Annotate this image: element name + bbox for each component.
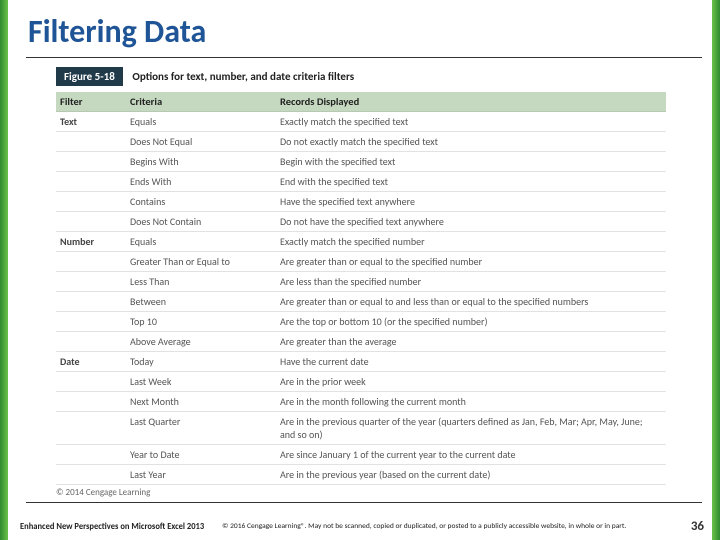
cell-desc: Are greater than or equal to and less th… (276, 292, 666, 312)
cell-filter (56, 445, 126, 465)
cell-filter (56, 172, 126, 192)
cell-desc: Have the specified text anywhere (276, 192, 666, 212)
table-row: Does Not EqualDo not exactly match the s… (56, 132, 666, 152)
col-filter: Filter (56, 92, 126, 112)
cell-criteria: Ends With (126, 172, 276, 192)
page-number: 36 (691, 519, 704, 534)
table-copyright: © 2014 Cengage Learning (56, 487, 720, 498)
table-row: Last QuarterAre in the previous quarter … (56, 412, 666, 445)
cell-criteria: Does Not Equal (126, 132, 276, 152)
cell-criteria: Year to Date (126, 445, 276, 465)
bottom-divider (26, 502, 702, 503)
cell-desc: Do not exactly match the specified text (276, 132, 666, 152)
table-row: Above AverageAre greater than the averag… (56, 332, 666, 352)
cell-filter: Text (56, 112, 126, 132)
cell-criteria: Top 10 (126, 312, 276, 332)
cell-criteria: Last Week (126, 372, 276, 392)
table-row: Next MonthAre in the month following the… (56, 392, 666, 412)
cell-filter (56, 372, 126, 392)
cell-filter (56, 312, 126, 332)
cell-desc: Are greater than the average (276, 332, 666, 352)
table-row: Less ThanAre less than the specified num… (56, 272, 666, 292)
legal-text: © 2016 Cengage Learning®. May not be sca… (222, 522, 681, 531)
cell-desc: End with the specified text (276, 172, 666, 192)
cell-filter (56, 392, 126, 412)
cell-desc: Are in the previous quarter of the year … (276, 412, 666, 445)
book-title: Enhanced New Perspectives on Microsoft E… (20, 522, 204, 532)
table-row: NumberEqualsExactly match the specified … (56, 232, 666, 252)
cell-desc: Exactly match the specified number (276, 232, 666, 252)
cell-desc: Are in the prior week (276, 372, 666, 392)
filter-table: Filter Criteria Records Displayed TextEq… (56, 92, 702, 485)
cell-criteria: Less Than (126, 272, 276, 292)
cell-criteria: Begins With (126, 152, 276, 172)
cell-filter: Number (56, 232, 126, 252)
cell-criteria: Does Not Contain (126, 212, 276, 232)
col-records: Records Displayed (276, 92, 666, 112)
figure-caption: Options for text, number, and date crite… (132, 70, 354, 83)
cell-desc: Are in the previous year (based on the c… (276, 465, 666, 485)
cell-filter (56, 252, 126, 272)
footer: Enhanced New Perspectives on Microsoft E… (20, 519, 704, 534)
cell-filter (56, 152, 126, 172)
cell-criteria: Above Average (126, 332, 276, 352)
cell-criteria: Last Year (126, 465, 276, 485)
figure-label: Figure 5-18 (56, 67, 123, 86)
cell-desc: Do not have the specified text anywhere (276, 212, 666, 232)
table-row: ContainsHave the specified text anywhere (56, 192, 666, 212)
table-row: BetweenAre greater than or equal to and … (56, 292, 666, 312)
cell-desc: Are less than the specified number (276, 272, 666, 292)
cell-filter (56, 192, 126, 212)
cell-desc: Are in the month following the current m… (276, 392, 666, 412)
cell-criteria: Today (126, 352, 276, 372)
cell-desc: Begin with the specified text (276, 152, 666, 172)
table-row: Year to DateAre since January 1 of the c… (56, 445, 666, 465)
cell-desc: Exactly match the specified text (276, 112, 666, 132)
cell-desc: Are greater than or equal to the specifi… (276, 252, 666, 272)
cell-criteria: Equals (126, 232, 276, 252)
table-row: TextEqualsExactly match the specified te… (56, 112, 666, 132)
cell-filter (56, 332, 126, 352)
cell-criteria: Last Quarter (126, 412, 276, 445)
table-row: Ends WithEnd with the specified text (56, 172, 666, 192)
table-row: Does Not ContainDo not have the specifie… (56, 212, 666, 232)
cell-criteria: Greater Than or Equal to (126, 252, 276, 272)
table-row: Greater Than or Equal toAre greater than… (56, 252, 666, 272)
table-row: DateTodayHave the current date (56, 352, 666, 372)
cell-filter: Date (56, 352, 126, 372)
cell-desc: Are since January 1 of the current year … (276, 445, 666, 465)
table-row: Top 10Are the top or bottom 10 (or the s… (56, 312, 666, 332)
top-divider (26, 57, 702, 58)
cell-filter (56, 412, 126, 445)
slide-title: Filtering Data (0, 0, 720, 57)
cell-filter (56, 292, 126, 312)
cell-criteria: Contains (126, 192, 276, 212)
cell-filter (56, 272, 126, 292)
figure-header: Figure 5-18 Options for text, number, an… (56, 66, 720, 86)
cell-filter (56, 132, 126, 152)
cell-desc: Are the top or bottom 10 (or the specifi… (276, 312, 666, 332)
col-criteria: Criteria (126, 92, 276, 112)
cell-criteria: Between (126, 292, 276, 312)
cell-desc: Have the current date (276, 352, 666, 372)
table-row: Last WeekAre in the prior week (56, 372, 666, 392)
table-row: Last YearAre in the previous year (based… (56, 465, 666, 485)
cell-filter (56, 465, 126, 485)
cell-criteria: Equals (126, 112, 276, 132)
cell-criteria: Next Month (126, 392, 276, 412)
table-row: Begins WithBegin with the specified text (56, 152, 666, 172)
cell-filter (56, 212, 126, 232)
